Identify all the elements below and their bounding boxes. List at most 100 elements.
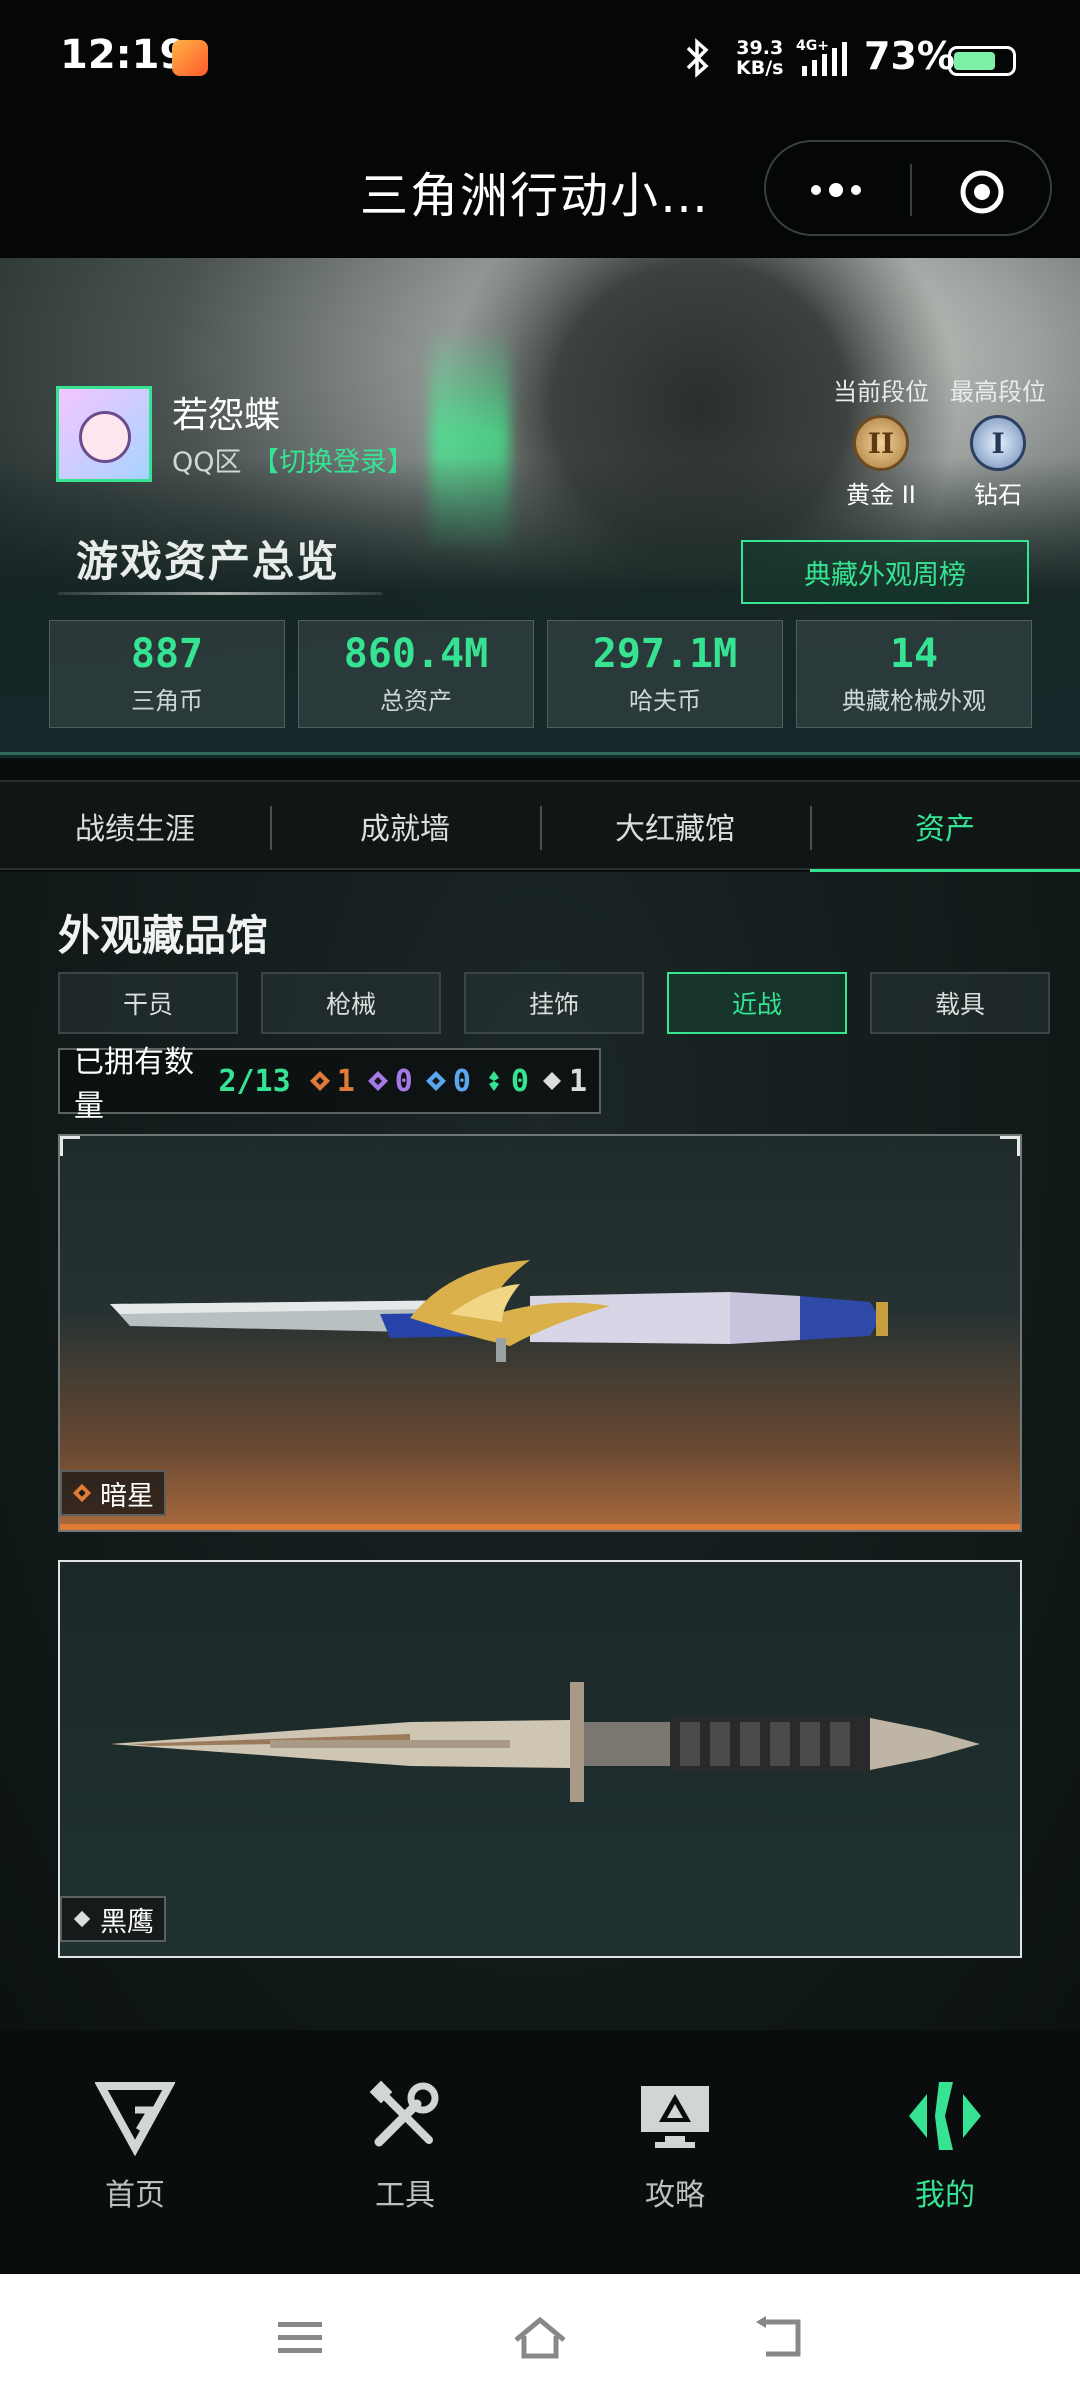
stat-value: 860.4M: [343, 631, 489, 677]
bottom-navigation: 首页 工具 攻略 我的: [0, 2030, 1080, 2274]
rarity-count-purple: 0: [367, 1064, 413, 1099]
orange-diamond-icon: [309, 1071, 330, 1091]
system-navigation-bar: [0, 2274, 1080, 2400]
card-corner: [1000, 1136, 1020, 1156]
filter-charm[interactable]: 挂饰: [464, 972, 644, 1034]
stat-value: 887: [130, 631, 204, 677]
filter-melee[interactable]: 近战: [667, 972, 847, 1034]
rarity-count-orange: 1: [309, 1064, 355, 1099]
bluetooth-icon: [686, 38, 709, 78]
nav-profile[interactable]: 我的: [810, 2076, 1080, 2214]
owned-count-summary: 已拥有数量 2/13 1 0 0 0 1: [58, 1045, 601, 1124]
profile-tabs: 战绩生涯 成就墙 大红藏馆 资产: [0, 780, 1080, 872]
tab-achievements[interactable]: 成就墙: [270, 782, 540, 870]
network-type: 4G+: [796, 38, 829, 54]
rarity-count-value: 0: [510, 1063, 529, 1099]
green-diamond-icon: [488, 1071, 499, 1091]
overview-title: 游戏资产总览: [76, 537, 341, 586]
battery-icon: [948, 46, 1016, 76]
gold-rank-badge-icon: II: [853, 415, 909, 471]
network-speed-value: 39.3: [736, 37, 784, 59]
skin-name-tag: 黑鹰: [60, 1896, 166, 1942]
knife-skin-image: [110, 1682, 980, 1802]
home-logo-icon: [94, 2082, 176, 2157]
rarity-count-value: 0: [452, 1063, 471, 1099]
nav-label: 攻略: [645, 2178, 705, 2213]
skin-card[interactable]: 黑鹰: [58, 1560, 1022, 1958]
overview-title-underline: [58, 592, 382, 595]
close-target-icon[interactable]: [958, 168, 1006, 216]
stat-card-weapon-skins: 14 典藏枪械外观: [796, 620, 1032, 728]
tab-career[interactable]: 战绩生涯: [0, 782, 270, 870]
nav-label: 我的: [915, 2178, 975, 2213]
rarity-count-value: 1: [568, 1063, 587, 1099]
stat-value: 14: [889, 631, 939, 677]
battery-percent: 73%: [864, 34, 955, 78]
highest-rank-name: 钻石: [974, 481, 1022, 509]
status-bar: 12:19 39.3 KB/s 4G+ 73%: [0, 0, 1080, 120]
current-rank-title: 当前段位: [833, 378, 929, 406]
rarity-count-white: 1: [541, 1064, 587, 1099]
nav-home[interactable]: 首页: [0, 2076, 270, 2214]
nav-label: 首页: [105, 2178, 165, 2213]
stat-label: 哈夫币: [629, 687, 701, 715]
network-speed-unit: KB/s: [736, 57, 784, 79]
highest-rank-title: 最高段位: [950, 378, 1046, 406]
filter-operator[interactable]: 干员: [58, 972, 238, 1034]
switch-login-link[interactable]: 【切换登录】: [252, 440, 414, 479]
highest-rank: 最高段位 I 钻石: [943, 372, 1053, 510]
weekly-collection-ranking-button[interactable]: 典藏外观周榜: [741, 540, 1029, 604]
owned-count: 2/13: [218, 1063, 291, 1099]
stat-value: 297.1M: [592, 631, 738, 677]
owned-label: 已拥有数量: [74, 1045, 194, 1124]
assets-overview: 游戏资产总览 典藏外观周榜 887 三角币 860.4M 总资产 297.1M …: [0, 512, 1080, 757]
more-dots-icon[interactable]: [806, 172, 870, 208]
page-title: 三角洲行动小…: [360, 168, 711, 224]
stat-label: 三角币: [131, 687, 203, 715]
network-speed: 39.3 KB/s: [736, 38, 783, 78]
status-time: 12:19: [60, 32, 188, 78]
nav-tools[interactable]: 工具: [270, 2076, 540, 2214]
tab-assets[interactable]: 资产: [810, 782, 1080, 872]
tools-icon: [369, 2080, 439, 2147]
nav-label: 工具: [375, 2178, 435, 2213]
skin-name-tag: 暗星: [60, 1470, 166, 1516]
filter-vehicle[interactable]: 载具: [870, 972, 1050, 1034]
stat-label: 典藏枪械外观: [842, 687, 986, 715]
rarity-count-green: 0: [483, 1064, 529, 1099]
rarity-count-value: 1: [336, 1063, 355, 1099]
filter-firearm[interactable]: 枪械: [261, 972, 441, 1034]
stat-card-total-assets: 860.4M 总资产: [298, 620, 534, 728]
app-notification-icon: [172, 40, 208, 76]
stat-label: 总资产: [380, 687, 452, 715]
skin-name: 暗星: [100, 1480, 154, 1512]
guide-monitor-icon: [641, 2086, 709, 2148]
skin-collection-section: 外观藏品馆 干员 枪械 挂饰 近战 载具 已拥有数量 2/13 1 0 0 0 …: [0, 872, 1080, 2032]
rarity-count-blue: 0: [425, 1064, 471, 1099]
menu-icon[interactable]: [272, 2314, 328, 2362]
diamond-rank-badge-icon: I: [970, 415, 1026, 471]
back-icon[interactable]: [752, 2314, 808, 2362]
signal-icon: 4G+: [796, 38, 847, 76]
knife-skin-image: [110, 1260, 888, 1362]
profile-logo-icon: [909, 2082, 981, 2150]
mini-program-title-bar: 三角洲行动小…: [0, 120, 1080, 258]
username: 若怨蝶: [172, 395, 281, 436]
mini-program-capsule: [764, 140, 1052, 236]
home-icon[interactable]: [512, 2314, 568, 2362]
purple-diamond-icon: [367, 1071, 388, 1091]
overview-divider: [0, 752, 1080, 755]
avatar[interactable]: [56, 386, 152, 482]
white-diamond-icon: [542, 1072, 561, 1090]
card-corner: [60, 1136, 80, 1156]
login-region: QQ区: [172, 447, 242, 478]
skin-name: 黑鹰: [100, 1906, 154, 1938]
current-rank-name: 黄金 II: [846, 481, 916, 509]
capsule-divider: [910, 164, 912, 216]
nav-guides[interactable]: 攻略: [540, 2076, 810, 2214]
collection-title: 外观藏品馆: [58, 911, 269, 960]
tab-red-collection[interactable]: 大红藏馆: [540, 782, 810, 870]
skin-card[interactable]: 暗星: [58, 1134, 1022, 1532]
current-rank: 当前段位 II 黄金 II: [826, 372, 936, 510]
blue-diamond-icon: [425, 1071, 446, 1091]
